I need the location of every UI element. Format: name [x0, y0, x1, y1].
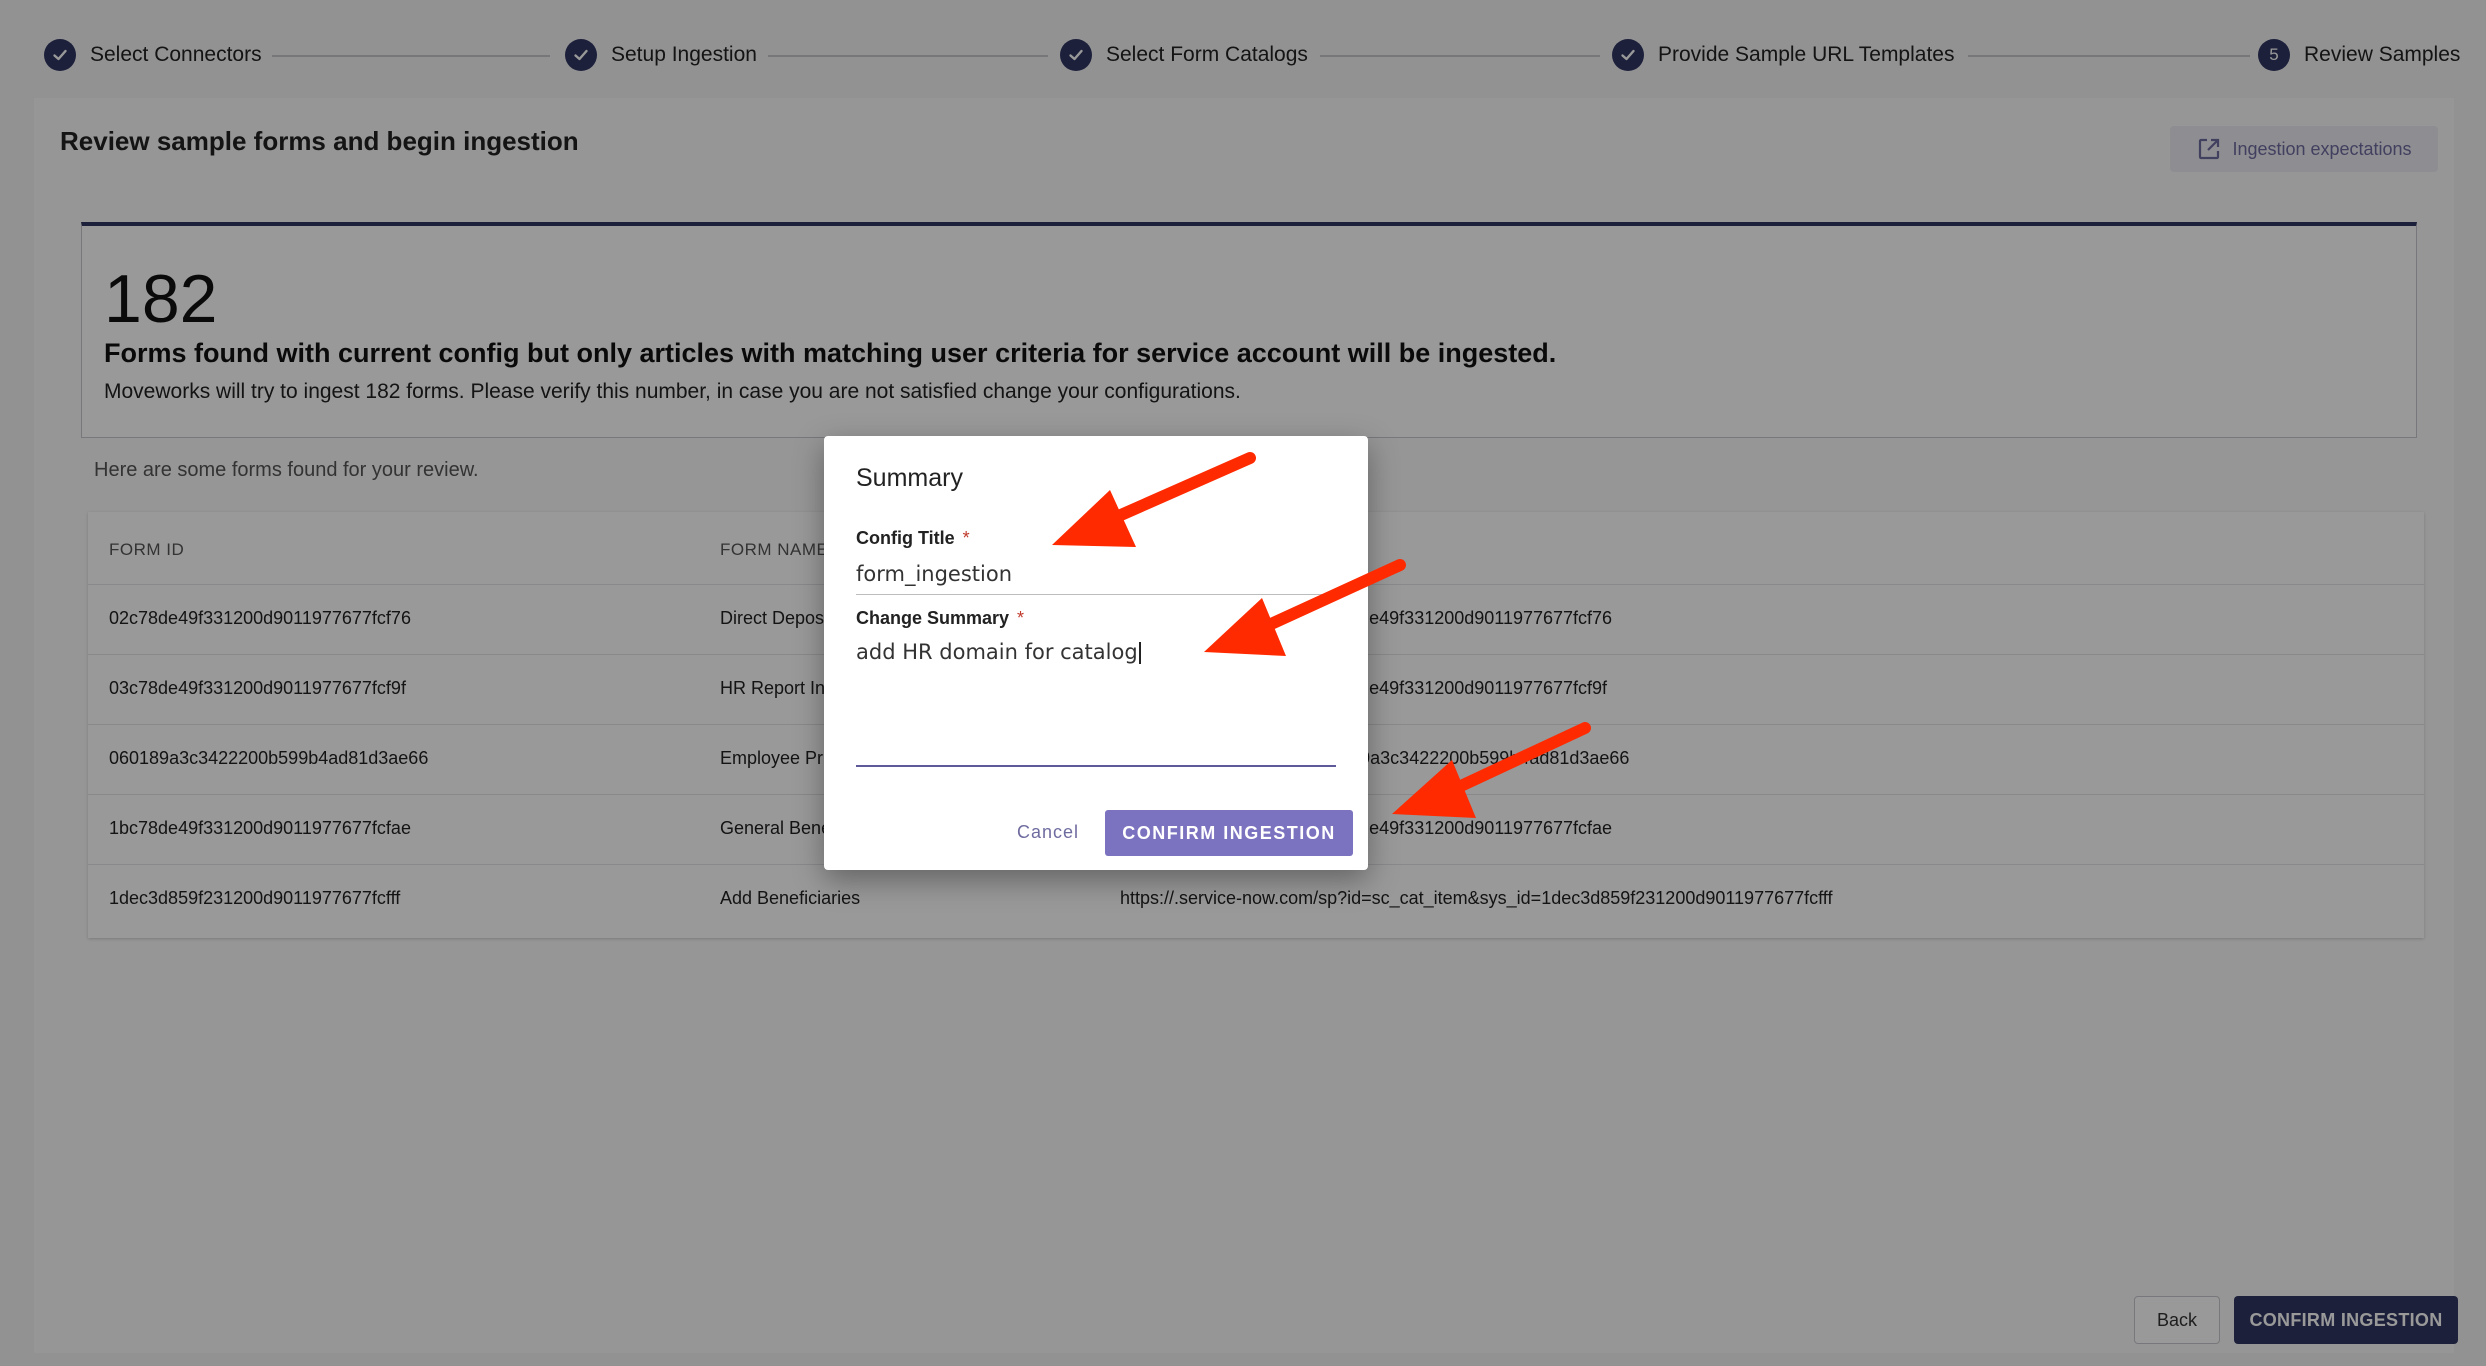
change-summary-textarea[interactable]: add HR domain for catalog [856, 640, 1141, 664]
config-title-input[interactable]: form_ingestion [856, 562, 1012, 586]
config-title-label: Config Title * [856, 528, 970, 548]
cancel-button[interactable]: Cancel [1000, 810, 1096, 854]
required-marker: * [962, 528, 970, 548]
summary-dialog: Summary Config Title * form_ingestion Cha… [824, 436, 1368, 870]
dialog-title: Summary [856, 464, 963, 492]
confirm-ingestion-button[interactable]: CONFIRM INGESTION [1105, 810, 1353, 856]
text-caret [1138, 642, 1141, 664]
required-marker: * [1017, 608, 1025, 628]
config-title-underline [856, 594, 1336, 595]
change-summary-label: Change Summary * [856, 608, 1025, 628]
change-summary-underline [856, 765, 1336, 767]
